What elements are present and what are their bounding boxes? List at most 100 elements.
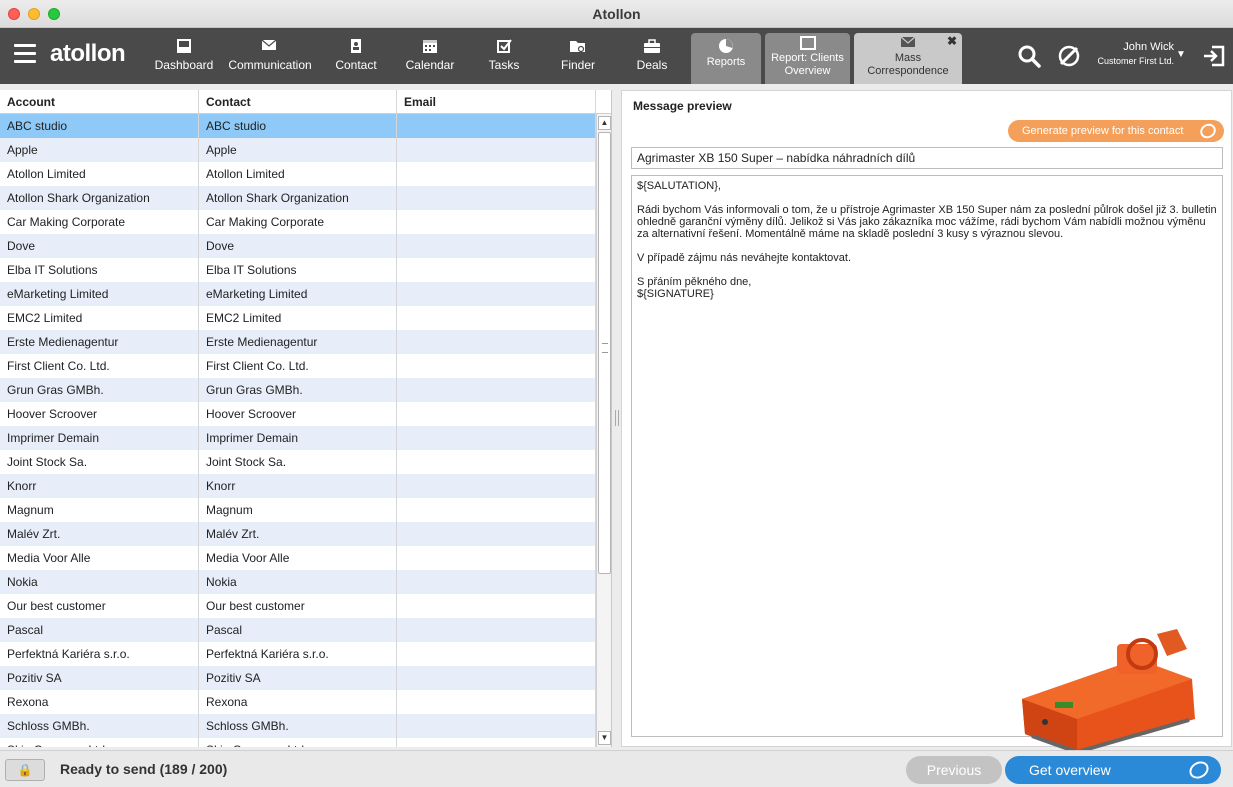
email-cell (397, 234, 596, 258)
table-row[interactable]: Malév Zrt. Malév Zrt. (0, 522, 596, 546)
scroll-up-arrow-icon[interactable]: ▲ (598, 116, 611, 130)
table-row[interactable]: Pozitiv SA Pozitiv SA (0, 666, 596, 690)
body-paragraph: Rádi bychom Vás informovali o tom, že u … (637, 204, 1217, 240)
dashboard-icon (152, 38, 216, 54)
scroll-down-arrow-icon[interactable]: ▼ (598, 731, 611, 745)
account-cell: Pascal (0, 618, 199, 642)
account-cell: Hoover Scroover (0, 402, 199, 426)
mass-mail-icon (854, 36, 962, 50)
account-cell: Atollon Shark Organization (0, 186, 199, 210)
table-row[interactable]: Car Making Corporate Car Making Corporate (0, 210, 596, 234)
hamburger-menu-icon[interactable] (14, 44, 36, 64)
table-row[interactable]: Nokia Nokia (0, 570, 596, 594)
table-scrollbar[interactable]: ▲ ▼ (596, 114, 611, 747)
table-row[interactable]: Rexona Rexona (0, 690, 596, 714)
account-cell: Elba IT Solutions (0, 258, 199, 282)
scrollbar-thumb[interactable] (598, 132, 611, 574)
table-row[interactable]: eMarketing Limited eMarketing Limited (0, 282, 596, 306)
search-icon[interactable] (1017, 44, 1041, 68)
atollon-logo: atollon (50, 40, 126, 67)
contact-cell: Knorr (199, 474, 397, 498)
table-row[interactable]: Schloss GMBh. Schloss GMBh. (0, 714, 596, 738)
table-row[interactable]: Dove Dove (0, 234, 596, 258)
subject-field[interactable]: Agrimaster XB 150 Super – nabídka náhrad… (631, 147, 1223, 169)
table-row[interactable]: Grun Gras GMBh. Grun Gras GMBh. (0, 378, 596, 402)
contact-cell: Elba IT Solutions (199, 258, 397, 282)
table-row[interactable]: Elba IT Solutions Elba IT Solutions (0, 258, 596, 282)
contact-cell: Hoover Scroover (199, 402, 397, 426)
table-row[interactable]: Joint Stock Sa. Joint Stock Sa. (0, 450, 596, 474)
folder-search-icon (555, 38, 601, 54)
table-row[interactable]: Magnum Magnum (0, 498, 596, 522)
minimize-window-button[interactable] (28, 8, 40, 20)
contact-cell: Dove (199, 234, 397, 258)
table-row[interactable]: Knorr Knorr (0, 474, 596, 498)
table-row[interactable]: Media Voor Alle Media Voor Alle (0, 546, 596, 570)
account-cell: Dove (0, 234, 199, 258)
user-company: Customer First Ltd. (1097, 56, 1174, 66)
table-row[interactable]: Apple Apple (0, 138, 596, 162)
nav-dashboard[interactable]: Dashboard (152, 28, 216, 84)
lock-button[interactable]: 🔒 (5, 759, 45, 781)
account-cell: Perfektná Kariéra s.r.o. (0, 642, 199, 666)
table-row[interactable]: ABC studio ABC studio (0, 114, 596, 138)
previous-button[interactable]: Previous (906, 756, 1002, 784)
table-row[interactable]: EMC2 Limited EMC2 Limited (0, 306, 596, 330)
salutation-text: ${SALUTATION}, (637, 180, 721, 192)
settings-wrench-icon[interactable] (1057, 44, 1081, 68)
tab-mass-correspondence[interactable]: ✖ Mass Correspondence (854, 33, 962, 84)
column-header-email[interactable]: Email (397, 90, 596, 114)
close-tab-icon[interactable]: ✖ (947, 35, 957, 48)
contact-cell: Magnum (199, 498, 397, 522)
table-row[interactable]: Atollon Shark Organization Atollon Shark … (0, 186, 596, 210)
contact-cell: Skin Company Ltd. (199, 738, 397, 747)
account-cell: Schloss GMBh. (0, 714, 199, 738)
nav-deals[interactable]: Deals (630, 28, 674, 84)
close-window-button[interactable] (8, 8, 20, 20)
table-row[interactable]: Pascal Pascal (0, 618, 596, 642)
contact-cell: Grun Gras GMBh. (199, 378, 397, 402)
email-cell (397, 258, 596, 282)
chevron-down-icon[interactable]: ▼ (1176, 49, 1186, 60)
account-cell: EMC2 Limited (0, 306, 199, 330)
user-menu[interactable]: John Wick Customer First Ltd. (1092, 41, 1174, 66)
logout-icon[interactable] (1202, 44, 1226, 68)
pane-splitter[interactable] (613, 90, 621, 747)
get-overview-button[interactable]: Get overview (1005, 756, 1221, 784)
account-cell: Rexona (0, 690, 199, 714)
nav-communication[interactable]: Communication (226, 28, 314, 84)
table-row[interactable]: Atollon Limited Atollon Limited (0, 162, 596, 186)
contact-cell: Atollon Shark Organization (199, 186, 397, 210)
account-cell: Car Making Corporate (0, 210, 199, 234)
generate-preview-button[interactable]: Generate preview for this contact (1008, 120, 1224, 142)
table-row[interactable]: Skin Company Ltd.Skin Company Ltd. (0, 738, 596, 747)
pie-chart-icon (691, 38, 761, 53)
panel-title: Message preview (633, 99, 732, 113)
envelope-icon (226, 38, 314, 54)
table-row[interactable]: First Client Co. Ltd. First Client Co. Lt… (0, 354, 596, 378)
nav-calendar[interactable]: Calendar (402, 28, 458, 84)
column-header-account[interactable]: Account (0, 90, 199, 114)
table-row[interactable]: Perfektná Kariéra s.r.o. Perfektná Kariér… (0, 642, 596, 666)
email-cell (397, 690, 596, 714)
email-cell (397, 162, 596, 186)
nav-finder[interactable]: Finder (555, 28, 601, 84)
refresh-icon (1186, 758, 1212, 782)
account-cell: Pozitiv SA (0, 666, 199, 690)
nav-tasks[interactable]: Tasks (484, 28, 524, 84)
account-cell: Our best customer (0, 594, 199, 618)
zoom-window-button[interactable] (48, 8, 60, 20)
email-cell (397, 570, 596, 594)
table-row[interactable]: Hoover Scroover Hoover Scroover (0, 402, 596, 426)
contact-cell: Erste Medienagentur (199, 330, 397, 354)
message-body[interactable]: ${SALUTATION}, Rádi bychom Vás informova… (631, 175, 1223, 755)
tab-reports[interactable]: Reports (691, 33, 761, 84)
table-row[interactable]: Our best customer Our best customer (0, 594, 596, 618)
nav-contact[interactable]: Contact (330, 28, 382, 84)
table-row[interactable]: Erste Medienagentur Erste Medienagentur (0, 330, 596, 354)
table-row[interactable]: Imprimer Demain Imprimer Demain (0, 426, 596, 450)
account-cell: Apple (0, 138, 199, 162)
account-cell: Malév Zrt. (0, 522, 199, 546)
column-header-contact[interactable]: Contact (199, 90, 397, 114)
tab-report-clients-overview[interactable]: Report: Clients Overview (765, 33, 850, 84)
